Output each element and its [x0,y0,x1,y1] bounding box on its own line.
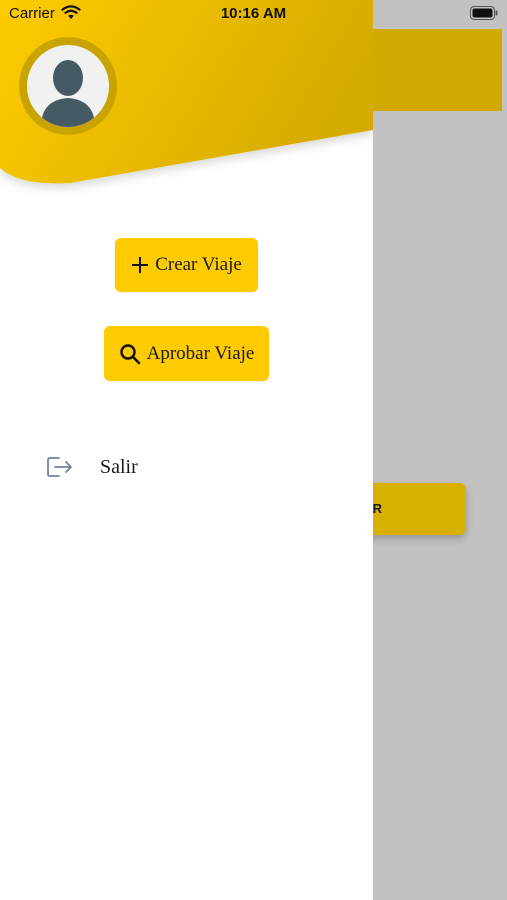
logout-label: Salir [100,455,138,478]
status-time: 10:16 AM [220,5,287,22]
status-bar: Carrier 10:16 AM [0,0,507,28]
logout-menu-item[interactable]: Salir [46,448,138,486]
create-trip-label: Crear Viaje [155,254,242,275]
side-drawer: Crear Viaje Aprobar Viaje Salir [0,0,373,900]
avatar[interactable] [19,37,117,135]
search-icon [119,343,140,364]
logout-icon [47,457,72,477]
create-trip-button[interactable]: Crear Viaje [115,238,258,292]
battery-icon [470,6,498,20]
approve-trip-label: Aprobar Viaje [146,342,255,364]
app-screen: R Crear Viaje Aprobar Viaje Salir Carrie… [0,0,507,900]
plus-icon [132,257,149,273]
avatar-placeholder-icon [27,45,109,127]
approve-trip-button[interactable]: Aprobar Viaje [104,326,269,381]
background-button-label: R [372,501,382,516]
